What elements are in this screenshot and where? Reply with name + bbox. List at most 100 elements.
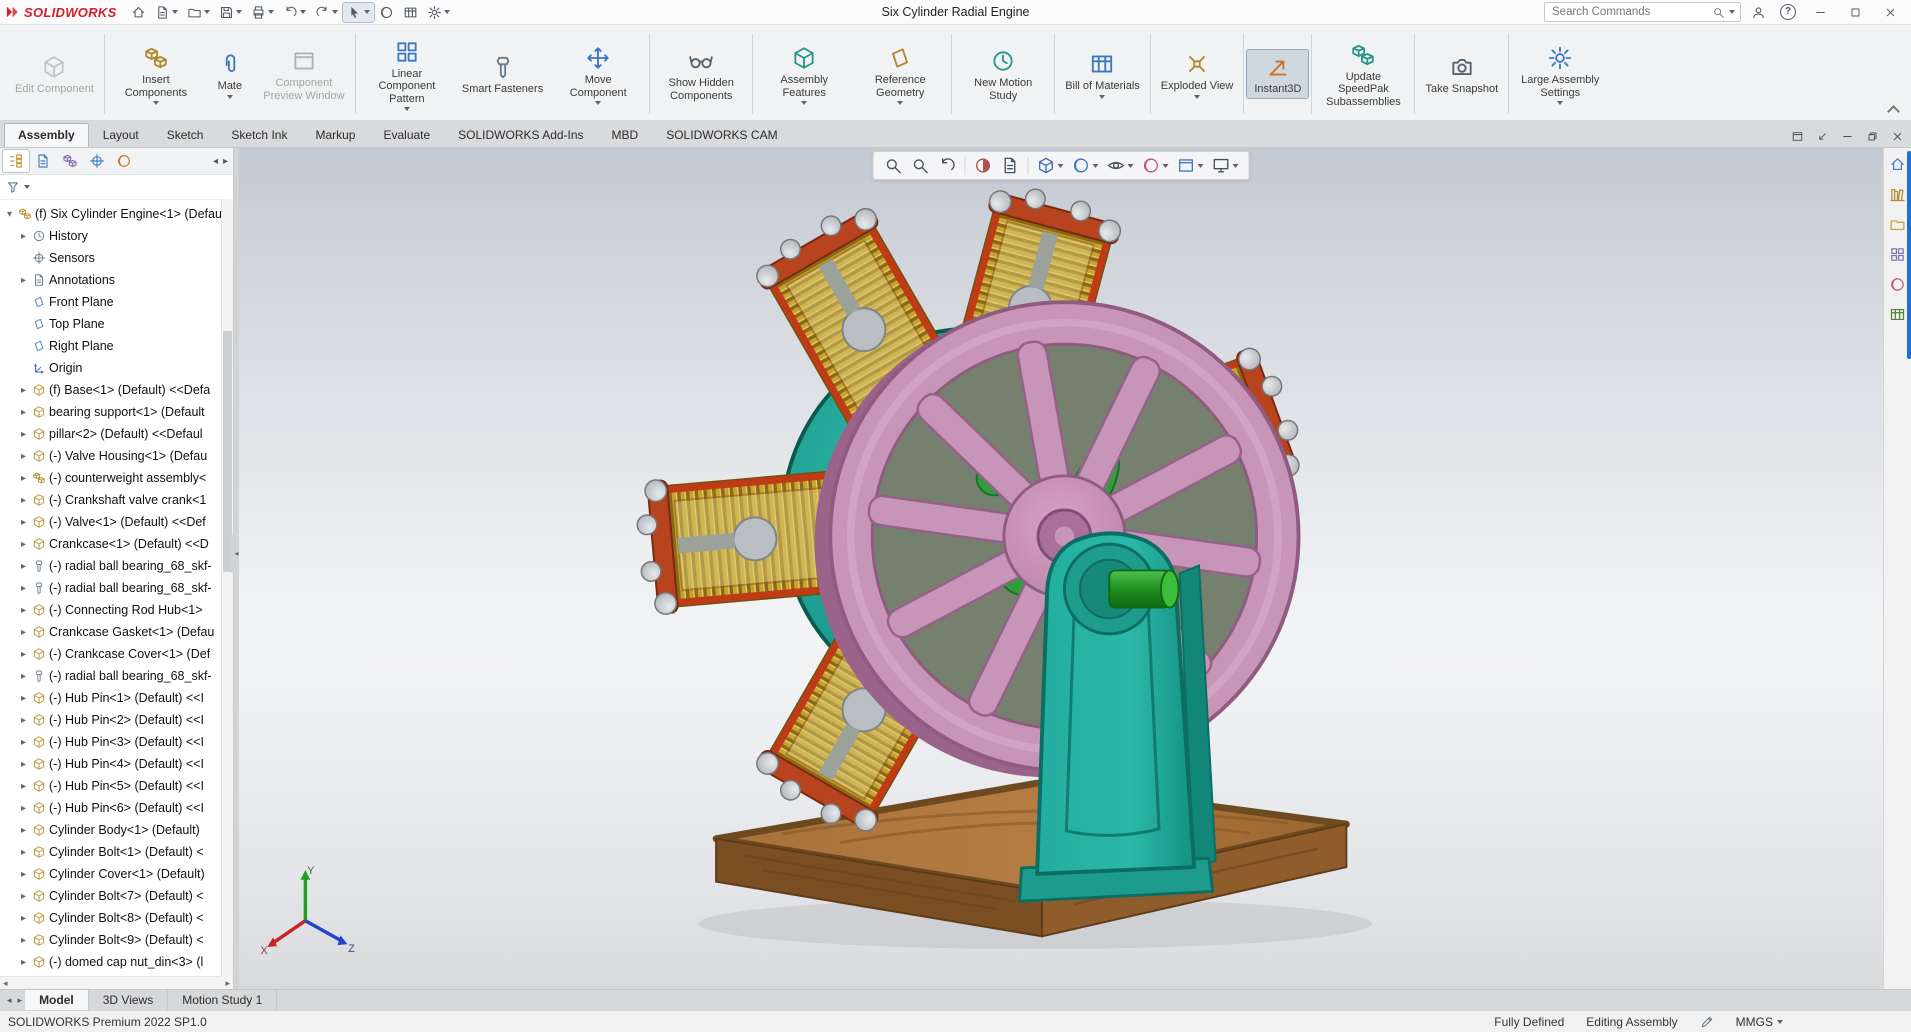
tree-expand-arrow[interactable] xyxy=(18,429,29,440)
task-pane-button[interactable] xyxy=(1887,244,1908,265)
tree-item[interactable]: (-) Hub Pin<6> (Default) <<I xyxy=(2,797,221,819)
tree-item[interactable]: Annotations xyxy=(2,269,221,291)
tree-item[interactable]: Cylinder Bolt<1> (Default) < xyxy=(2,841,221,863)
manager-tab[interactable] xyxy=(57,150,83,172)
tree-expand-arrow[interactable] xyxy=(18,605,29,616)
tree-item[interactable]: (-) Connecting Rod Hub<1> xyxy=(2,599,221,621)
user-profile-button[interactable] xyxy=(1747,3,1770,22)
ribbon-button[interactable]: Mate xyxy=(204,47,256,100)
quick-access-button[interactable] xyxy=(399,3,422,22)
view-tool-button[interactable] xyxy=(1173,154,1208,177)
tree-expand-arrow[interactable] xyxy=(18,627,29,638)
ribbon-button[interactable]: Exploded View xyxy=(1154,47,1241,100)
tree-item[interactable]: (-) Crankshaft valve crank<1 xyxy=(2,489,221,511)
tree-expand-arrow[interactable] xyxy=(18,649,29,660)
tree-expand-arrow[interactable] xyxy=(18,231,29,242)
tree-expand-arrow[interactable] xyxy=(18,385,29,396)
dropdown-caret-icon[interactable] xyxy=(1057,163,1064,168)
document-window-control[interactable] xyxy=(1811,129,1834,144)
quick-access-button[interactable] xyxy=(311,3,342,22)
tree-item[interactable]: pillar<2> (Default) <<Defaul xyxy=(2,423,221,445)
tree-expand-arrow[interactable] xyxy=(18,275,29,286)
tree-item[interactable]: bearing support<1> (Default xyxy=(2,401,221,423)
tab-scroll-left-arrow[interactable]: ◂ xyxy=(4,990,15,1010)
close-window-button[interactable] xyxy=(1876,4,1905,21)
tree-expand-arrow[interactable] xyxy=(18,407,29,418)
ribbon-button[interactable]: Move Component xyxy=(550,41,646,107)
tree-filter-input[interactable] xyxy=(34,179,227,195)
tree-expand-arrow[interactable] xyxy=(18,825,29,836)
view-tool-button[interactable] xyxy=(934,154,961,177)
task-pane-button[interactable] xyxy=(1887,214,1908,235)
quick-access-button[interactable] xyxy=(247,3,278,22)
ribbon-button[interactable]: Component Preview Window xyxy=(256,44,352,104)
tree-item[interactable]: (f) Six Cylinder Engine<1> (Defau xyxy=(2,203,221,225)
model-tab[interactable]: Model xyxy=(25,990,89,1010)
tree-expand-arrow[interactable] xyxy=(18,847,29,858)
manager-tab[interactable] xyxy=(84,150,110,172)
tree-item[interactable]: Cylinder Bolt<9> (Default) < xyxy=(2,929,221,951)
search-commands-box[interactable] xyxy=(1544,2,1741,22)
view-tool-button[interactable] xyxy=(970,154,997,177)
tree-item[interactable]: Crankcase<1> (Default) <<D xyxy=(2,533,221,555)
ribbon-button[interactable]: Assembly Features xyxy=(756,41,852,107)
tree-item[interactable]: (-) radial ball bearing_68_skf- xyxy=(2,577,221,599)
crankshaft-end[interactable] xyxy=(1108,569,1180,609)
engine-3d-model[interactable]: Y X Z xyxy=(239,148,1883,989)
tree-expand-arrow[interactable] xyxy=(18,891,29,902)
filter-icon[interactable] xyxy=(6,180,20,194)
search-icon[interactable] xyxy=(1712,6,1725,19)
quick-access-button[interactable] xyxy=(341,1,375,23)
tree-item[interactable]: (-) radial ball bearing_68_skf- xyxy=(2,555,221,577)
quick-access-button[interactable] xyxy=(423,3,454,22)
tree-horizontal-scrollbar[interactable]: ◂ ▸ xyxy=(0,976,233,989)
view-tool-button[interactable] xyxy=(880,154,907,177)
search-scope-caret-icon[interactable] xyxy=(1729,10,1735,14)
tree-expand-arrow[interactable] xyxy=(18,517,29,528)
ribbon-button[interactable]: Update SpeedPak Subassemblies xyxy=(1315,38,1411,110)
commandmanager-tab[interactable]: Sketch Ink xyxy=(217,123,301,147)
tree-expand-arrow[interactable] xyxy=(18,693,29,704)
help-button[interactable]: ? xyxy=(1776,2,1800,22)
tree-expand-arrow[interactable] xyxy=(18,957,29,968)
tree-item[interactable]: (f) Base<1> (Default) <<Defa xyxy=(2,379,221,401)
commandmanager-tab[interactable]: Markup xyxy=(301,123,369,147)
panel-tab-scroll-left-arrow[interactable]: ◂ xyxy=(211,156,220,167)
tree-item[interactable]: Right Plane xyxy=(2,335,221,357)
tree-item[interactable]: (-) Hub Pin<3> (Default) <<I xyxy=(2,731,221,753)
model-tab[interactable]: 3D Views xyxy=(89,990,169,1010)
tree-item[interactable]: Cylinder Body<1> (Default) xyxy=(2,819,221,841)
manager-tab[interactable] xyxy=(30,150,56,172)
ribbon-button[interactable]: Take Snapshot xyxy=(1418,50,1505,97)
manager-tab[interactable] xyxy=(2,149,30,173)
task-pane-button[interactable] xyxy=(1887,184,1908,205)
commandmanager-tab[interactable]: SOLIDWORKS CAM xyxy=(652,123,791,147)
ribbon-button[interactable]: Bill of Materials xyxy=(1058,47,1147,100)
tree-item[interactable]: Top Plane xyxy=(2,313,221,335)
quick-access-button[interactable] xyxy=(127,3,150,22)
tree-expand-arrow[interactable] xyxy=(4,209,15,220)
dropdown-caret-icon[interactable] xyxy=(1092,163,1099,168)
tree-expand-arrow[interactable] xyxy=(18,781,29,792)
commandmanager-tab[interactable]: Sketch xyxy=(153,123,218,147)
view-tool-button[interactable] xyxy=(1208,154,1243,177)
ribbon-button[interactable]: Linear Component Pattern xyxy=(359,35,455,113)
ribbon-button[interactable]: Reference Geometry xyxy=(852,41,948,107)
ribbon-button[interactable]: Large Assembly Settings xyxy=(1512,41,1608,107)
view-tool-button[interactable] xyxy=(1138,154,1173,177)
tree-item[interactable]: Cylinder Cover<1> (Default) xyxy=(2,863,221,885)
tree-item[interactable]: Origin xyxy=(2,357,221,379)
document-window-control[interactable] xyxy=(1786,129,1809,144)
ribbon-button[interactable]: Instant3D xyxy=(1246,49,1310,99)
quick-access-button[interactable] xyxy=(279,3,310,22)
tree-expand-arrow[interactable] xyxy=(18,913,29,924)
search-commands-input[interactable] xyxy=(1550,5,1708,19)
tree-expand-arrow[interactable] xyxy=(18,869,29,880)
tree-item[interactable]: (-) domed cap nut_din<3> (l xyxy=(2,951,221,973)
task-pane-button[interactable] xyxy=(1887,274,1908,295)
graphics-area[interactable]: Y X Z xyxy=(239,148,1883,989)
tree-item[interactable]: (-) counterweight assembly< xyxy=(2,467,221,489)
task-pane-button[interactable] xyxy=(1887,154,1908,175)
tab-scroll-right-arrow[interactable]: ▸ xyxy=(15,990,26,1010)
quick-access-button[interactable] xyxy=(151,3,182,22)
